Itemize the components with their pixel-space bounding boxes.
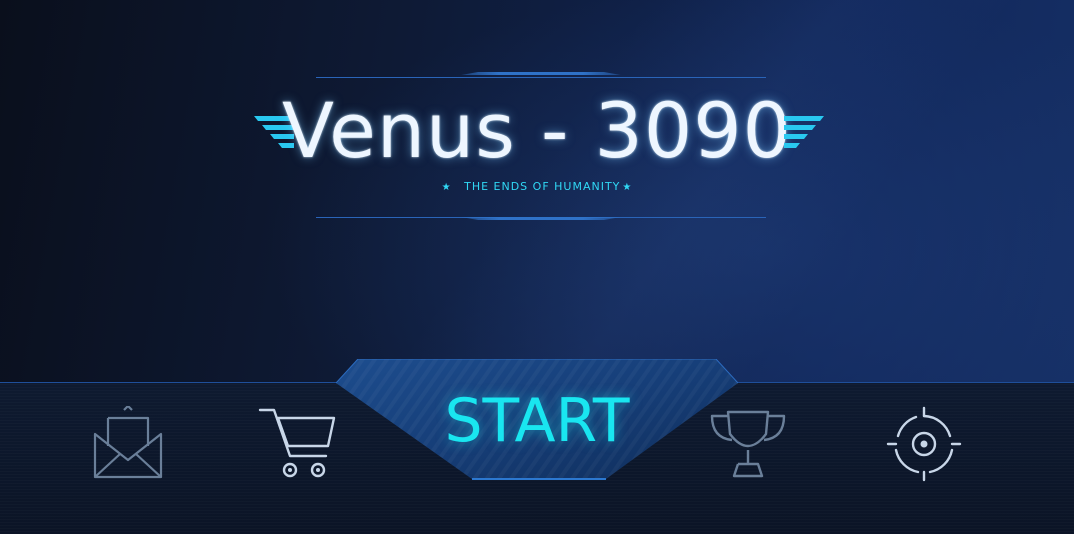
settings-crosshair-icon [886, 406, 962, 482]
main-menu-screen: Venus - 3090 ★ THE ENDS OF HUMANITY ★ ST… [0, 0, 1074, 534]
game-title: Venus - 3090 [282, 86, 792, 175]
subtitle-star-right: ★ [622, 182, 633, 193]
title-top-rule-accent [461, 72, 621, 75]
title-bottom-rule-accent [461, 217, 621, 220]
trophy-button[interactable] [706, 406, 790, 482]
start-button[interactable]: START [336, 385, 738, 457]
title-top-rule [316, 77, 766, 78]
trophy-icon [710, 410, 786, 478]
mail-button[interactable] [90, 404, 166, 482]
subtitle-text: THE ENDS OF HUMANITY [464, 180, 621, 193]
title-block: Venus - 3090 ★ THE ENDS OF HUMANITY ★ [240, 66, 834, 230]
cart-button[interactable] [256, 404, 340, 484]
right-wing-emblem [784, 116, 824, 148]
subtitle-star-left: ★ [441, 182, 452, 193]
game-subtitle: ★ THE ENDS OF HUMANITY ★ [240, 180, 834, 193]
cart-icon [258, 408, 336, 478]
mail-icon [93, 404, 163, 479]
settings-button[interactable] [886, 406, 962, 482]
